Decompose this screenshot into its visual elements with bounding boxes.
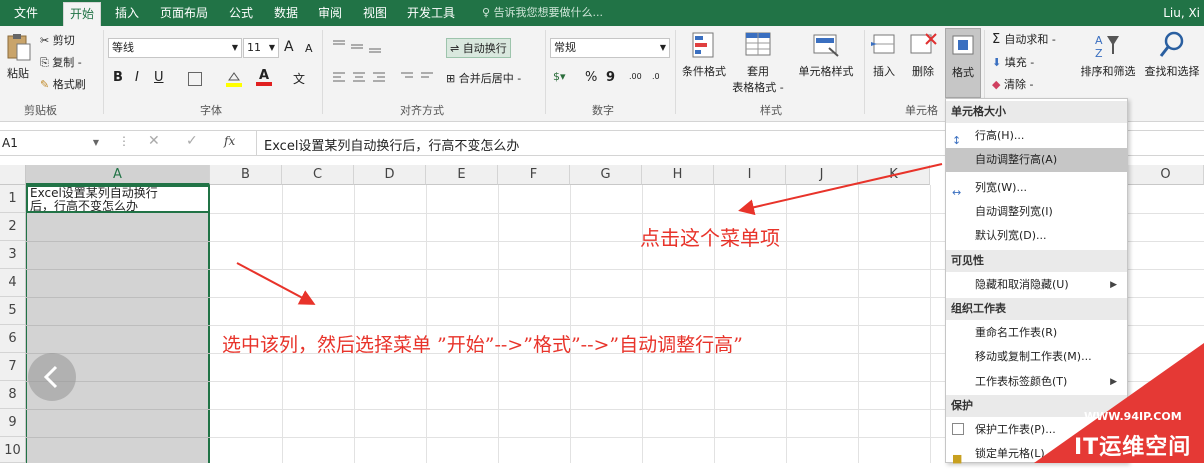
column-width-icon: ↔ xyxy=(952,186,962,199)
menu-item-autofit-row-height[interactable]: 自动调整行高(A) xyxy=(946,148,1127,172)
menu-item-rename-sheet[interactable]: 重命名工作表(R) xyxy=(946,321,1127,345)
menu-item-hide-unhide[interactable]: 隐藏和取消隐藏(U) ▶ xyxy=(946,273,1127,297)
menu-item-label: 默认列宽(D)... xyxy=(975,229,1047,242)
menu-item-label: 隐藏和取消隐藏(U) xyxy=(975,278,1069,291)
menu-item-label: 行高(H)... xyxy=(975,129,1025,142)
instruction-annotation: 选中该列，然后选择菜单 ”开始”-->”格式”-->”自动调整行高” xyxy=(222,334,743,356)
protect-sheet-icon xyxy=(952,423,964,435)
submenu-arrow-icon: ▶ xyxy=(1110,280,1117,290)
menu-item-label: 自动调整行高(A) xyxy=(975,153,1058,166)
click-hint-annotation: 点击这个菜单项 xyxy=(640,226,780,250)
row-height-icon: ↕ xyxy=(952,134,962,147)
watermark-name: IT运维空间 xyxy=(1074,435,1192,460)
arrow-to-menu xyxy=(738,163,943,216)
arrow-to-column xyxy=(236,262,316,305)
watermark: WWW.94IP.COM IT运维空间 xyxy=(1034,343,1204,463)
menu-section-cell-size: 单元格大小 xyxy=(946,101,1127,123)
menu-item-column-width[interactable]: ↔ 列宽(W)... xyxy=(946,176,1127,200)
watermark-url: WWW.94IP.COM xyxy=(1084,410,1182,423)
menu-item-label: 重命名工作表(R) xyxy=(975,326,1058,339)
menu-item-row-height[interactable]: ↕ 行高(H)... xyxy=(946,124,1127,148)
menu-item-default-width[interactable]: 默认列宽(D)... xyxy=(946,224,1127,248)
menu-item-label: 列宽(W)... xyxy=(975,181,1027,194)
menu-item-autofit-column-width[interactable]: 自动调整列宽(I) xyxy=(946,200,1127,224)
lock-icon: ■ xyxy=(952,452,963,465)
menu-section-organize: 组织工作表 xyxy=(946,298,1127,320)
menu-section-visibility: 可见性 xyxy=(946,250,1127,272)
menu-item-label: 自动调整列宽(I) xyxy=(975,205,1053,218)
